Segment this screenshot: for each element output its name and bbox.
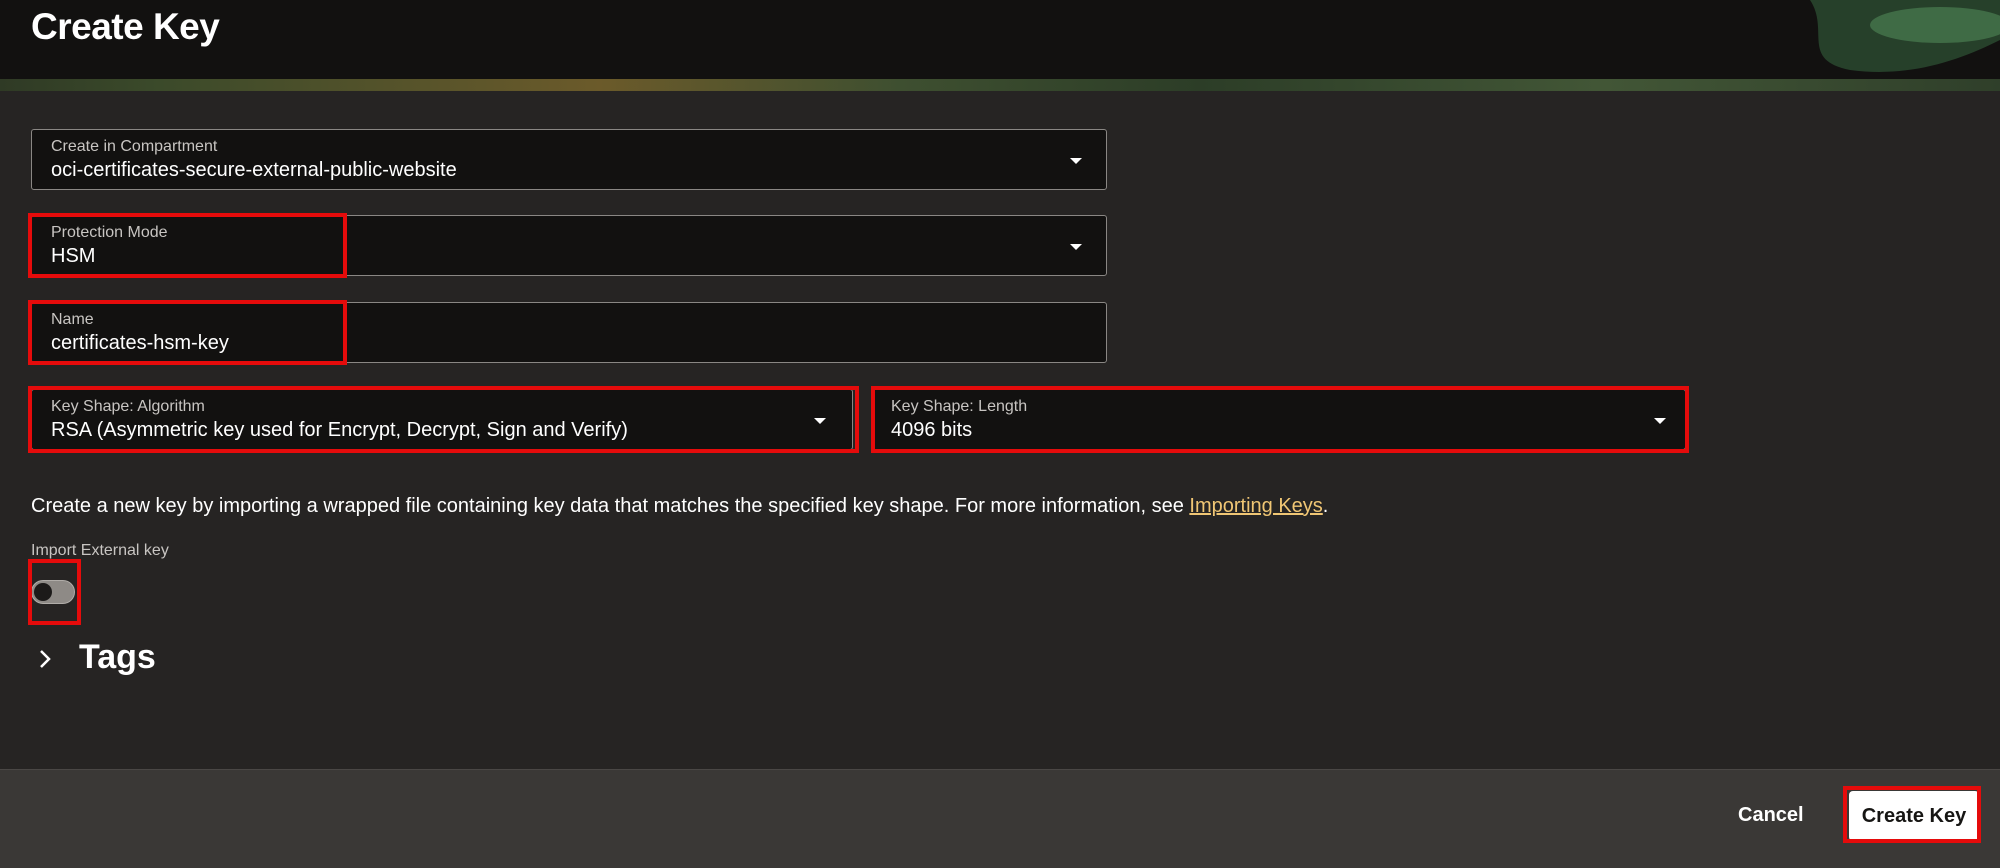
chevron-down-icon [1654,418,1666,424]
compartment-value: oci-certificates-secure-external-public-… [51,159,457,181]
length-value: 4096 bits [891,419,973,441]
length-select[interactable]: Key Shape: Length 4096 bits [871,389,1686,450]
algorithm-select[interactable]: Key Shape: Algorithm RSA (Asymmetric key… [31,389,853,450]
create-key-button[interactable]: Create Key [1849,791,1979,841]
protection-mode-label: Protection Mode [51,224,168,241]
name-label: Name [51,311,94,328]
algorithm-label: Key Shape: Algorithm [51,398,205,415]
cancel-button[interactable]: Cancel [1738,804,1804,827]
name-value: certificates-hsm-key [51,332,229,354]
chevron-down-icon [814,418,826,424]
import-info-text: Create a new key by importing a wrapped … [31,495,1328,518]
compartment-label: Create in Compartment [51,138,218,155]
header-decoration [1810,0,2000,72]
protection-mode-select[interactable]: Protection Mode HSM [31,215,1107,276]
info-text-body: Create a new key by importing a wrapped … [31,495,1190,517]
dialog-footer [0,769,2000,868]
info-text-suffix: . [1322,495,1329,517]
page-title: Create Key [31,6,220,47]
name-input[interactable]: Name certificates-hsm-key [31,302,1107,363]
import-external-key-label: Import External key [31,542,169,559]
tags-section-title[interactable]: Tags [79,638,156,677]
page-header: Create Key [0,0,2000,91]
compartment-select[interactable]: Create in Compartment oci-certificates-s… [31,129,1107,190]
algorithm-value: RSA (Asymmetric key used for Encrypt, De… [51,419,628,441]
chevron-right-icon[interactable] [38,648,52,670]
length-label: Key Shape: Length [891,398,1028,415]
header-banner-strip [0,79,2000,91]
protection-mode-value: HSM [51,245,96,267]
importing-keys-link[interactable]: Importing Keys [1189,495,1322,517]
chevron-down-icon [1070,158,1082,164]
toggle-knob [34,583,52,601]
import-external-key-toggle[interactable] [31,580,75,604]
chevron-down-icon [1070,244,1082,250]
